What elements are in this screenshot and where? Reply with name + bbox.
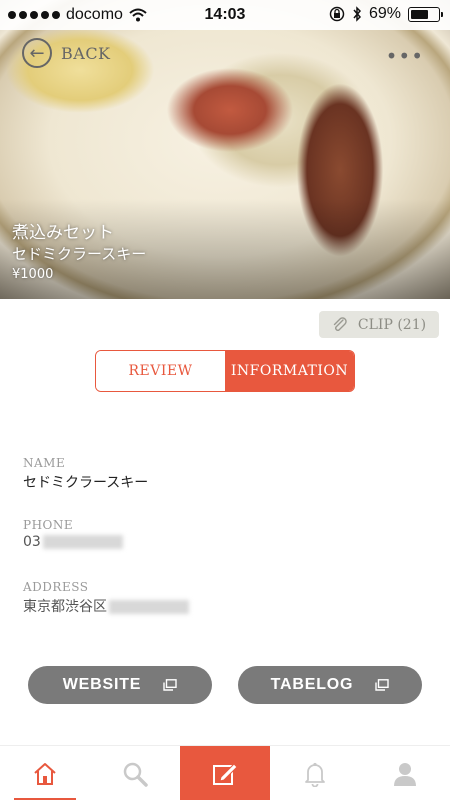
more-icon[interactable]: ••• — [386, 44, 424, 68]
bell-icon — [305, 762, 325, 787]
paperclip-icon — [333, 316, 347, 331]
battery-percent: 69% — [368, 5, 401, 22]
search-icon — [123, 762, 148, 787]
tab-information[interactable]: INFORMATION — [225, 351, 354, 391]
hero-image: ← BACK ••• 煮込みセット セドミクラースキー ¥1000 — [0, 0, 450, 299]
back-button[interactable]: ← BACK — [22, 38, 111, 68]
rotation-lock-icon — [329, 6, 345, 22]
redacted-address — [109, 600, 189, 614]
tab-review[interactable]: REVIEW — [96, 351, 225, 391]
shop-name: セドミクラースキー — [12, 245, 147, 263]
tab-bar — [0, 745, 450, 800]
name-label: NAME — [23, 456, 66, 470]
phone-label: PHONE — [23, 518, 74, 532]
profile-icon — [394, 762, 416, 786]
clip-label: CLIP (21) — [357, 316, 427, 333]
website-label: WEBSITE — [62, 676, 142, 693]
hero-caption: 煮込みセット セドミクラースキー ¥1000 — [12, 222, 146, 284]
address-value[interactable]: 東京都渋谷区 — [23, 596, 189, 616]
phone-value[interactable]: 03 — [23, 534, 123, 550]
status-bar: docomo 14:03 69% — [0, 0, 450, 30]
bluetooth-icon — [353, 6, 361, 22]
price: ¥1000 — [12, 267, 54, 282]
tab-search[interactable] — [90, 746, 180, 800]
tab-post[interactable] — [180, 746, 270, 800]
tab-home[interactable] — [0, 746, 90, 800]
battery-icon — [408, 6, 443, 22]
tab-profile[interactable] — [360, 746, 450, 800]
redacted-phone — [42, 535, 123, 549]
segmented-control: REVIEW INFORMATION — [95, 350, 355, 392]
phone-number: 03 — [23, 534, 41, 550]
name-value: セドミクラースキー — [23, 475, 149, 491]
website-button[interactable]: WEBSITE — [28, 666, 212, 704]
tabelog-label: TABELOG — [270, 676, 354, 693]
back-arrow-icon: ← — [22, 38, 52, 68]
external-link-icon — [163, 679, 177, 691]
tab-notifications[interactable] — [270, 746, 360, 800]
address-text: 東京都渋谷区 — [23, 599, 107, 615]
home-icon — [34, 762, 56, 785]
back-label: BACK — [61, 43, 111, 63]
phone-field: PHONE 03 — [23, 518, 123, 550]
address-field: ADDRESS 東京都渋谷区 — [23, 580, 189, 616]
name-field: NAME セドミクラースキー — [23, 456, 148, 492]
clip-button[interactable]: CLIP (21) — [319, 311, 439, 338]
compose-icon — [213, 762, 238, 785]
address-label: ADDRESS — [23, 580, 89, 594]
dish-name: 煮込みセット — [12, 223, 114, 243]
external-link-icon — [375, 679, 390, 691]
tabelog-button[interactable]: TABELOG — [238, 666, 422, 704]
